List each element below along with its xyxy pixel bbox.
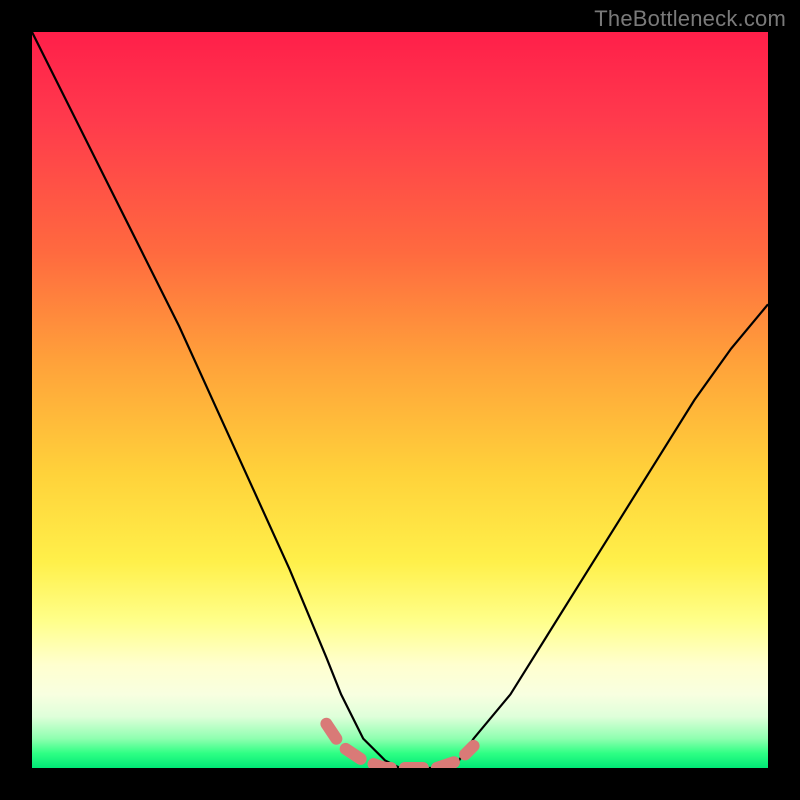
optimal-band-marker (326, 724, 473, 768)
curve-layer (32, 32, 768, 768)
plot-area (32, 32, 768, 768)
watermark-text: TheBottleneck.com (594, 6, 786, 32)
chart-frame: TheBottleneck.com (0, 0, 800, 800)
bottleneck-curve (32, 32, 768, 768)
